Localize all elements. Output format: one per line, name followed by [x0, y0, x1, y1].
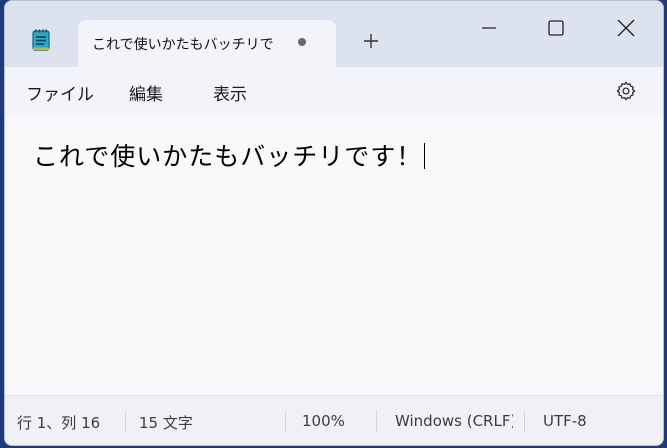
tab-title: これで使いかたもバッチリで [92, 37, 274, 53]
text-editor-area[interactable]: これで使いかたもバッチリです！ [5, 115, 663, 395]
status-divider [125, 410, 126, 432]
status-divider [524, 410, 525, 432]
status-line-ending[interactable]: Windows (CRLF) [395, 412, 513, 430]
editor-text: これで使いかたもバッチリです！ [33, 142, 423, 171]
menu-bar: ファイル 編集 表示 [5, 67, 663, 115]
close-icon[interactable] [613, 15, 639, 41]
minimize-icon[interactable] [476, 15, 502, 41]
menu-file[interactable]: ファイル [26, 80, 94, 105]
status-divider [285, 410, 286, 432]
title-bar[interactable]: これで使いかたもバッチリで [5, 1, 663, 67]
settings-gear-icon[interactable] [615, 80, 637, 102]
new-tab-plus-icon[interactable] [361, 31, 381, 51]
text-caret [424, 143, 426, 169]
notepad-app-icon [32, 29, 50, 51]
status-zoom[interactable]: 100% [302, 412, 345, 430]
status-cursor-position: 行 1、列 16 [17, 414, 101, 432]
status-char-count: 15 文字 [139, 414, 193, 432]
status-divider [376, 410, 377, 432]
menu-edit[interactable]: 編集 [129, 80, 163, 105]
menu-view[interactable]: 表示 [213, 80, 247, 105]
status-encoding[interactable]: UTF-8 [543, 412, 587, 430]
maximize-icon[interactable] [543, 15, 569, 41]
document-tab[interactable]: これで使いかたもバッチリで [78, 20, 336, 67]
unsaved-dot-icon[interactable] [298, 38, 306, 46]
status-bar: 行 1、列 16 15 文字 100% Windows (CRLF) UTF-8 [5, 395, 663, 445]
editor-content[interactable]: これで使いかたもバッチリです！ [33, 137, 426, 173]
notepad-window: これで使いかたもバッチリで ファイル 編集 表示 これで使いかたもバッチリです！ [4, 0, 664, 446]
